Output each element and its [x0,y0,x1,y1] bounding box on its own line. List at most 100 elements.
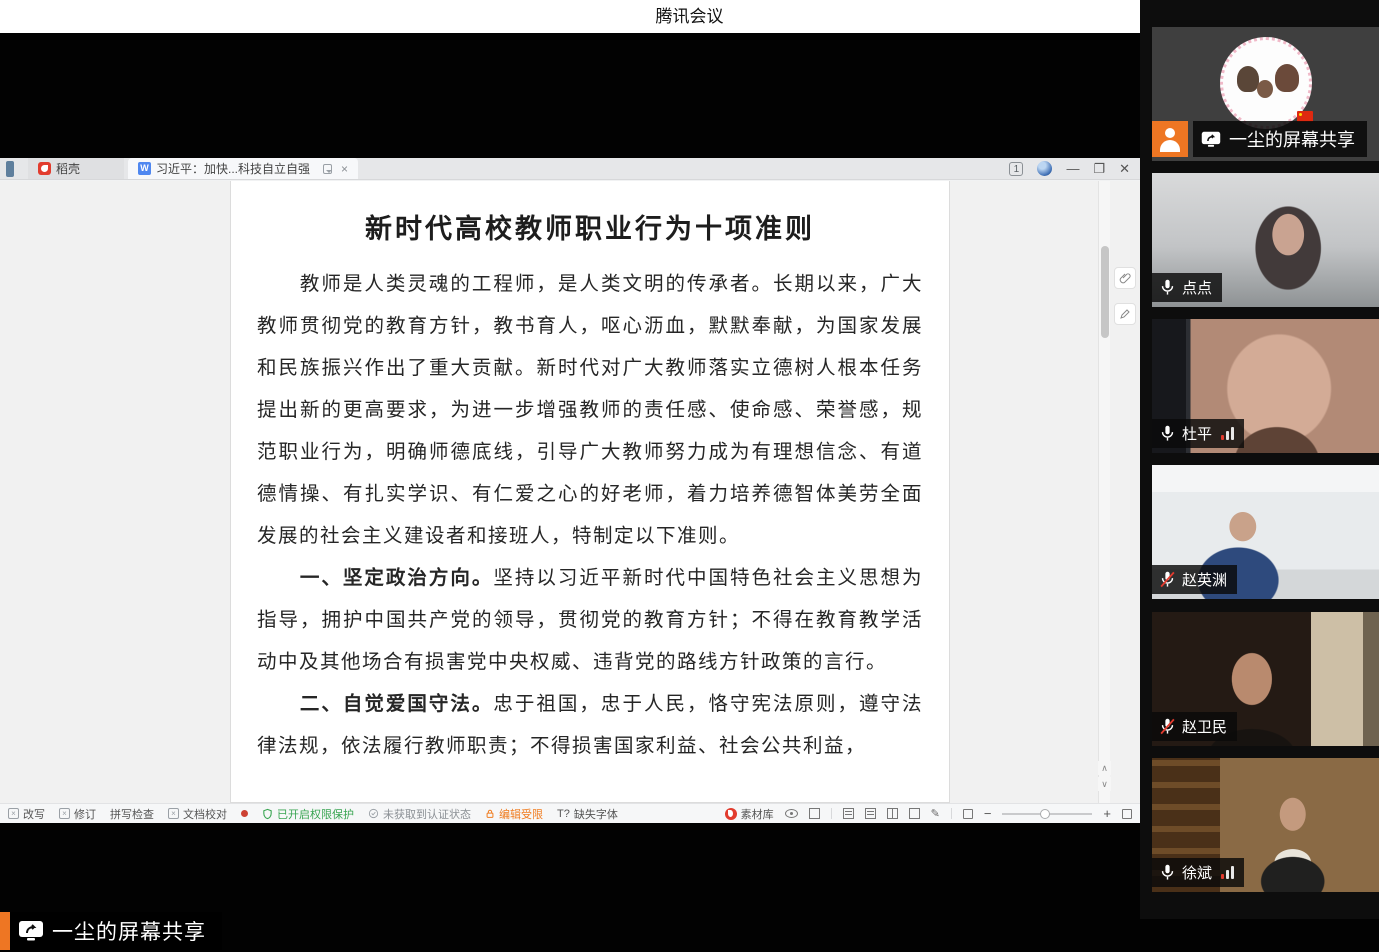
participant-tile-yichen[interactable]: 一尘的屏幕共享 [1152,27,1379,161]
participant-name: 杜平 [1182,423,1212,444]
toggle-icon: × [8,808,19,819]
tab-close-icon[interactable]: × [341,162,348,176]
wps-restore-button[interactable]: ❐ [1093,159,1105,179]
vertical-scrollbar[interactable] [1098,181,1110,803]
annotate-button[interactable]: ✎ [931,807,940,820]
shared-wps-window: 稻壳 W 习近平：加快...科技自立自强 × 1 — ❐ ✕ [0,158,1140,823]
separator [951,808,952,819]
paragraph-lead: 二、自觉爱国守法。 [300,694,494,715]
separator [831,808,832,819]
wps-tabbar: 稻壳 W 习近平：加快...科技自立自强 × 1 — ❐ ✕ [0,158,1140,180]
participant-label: 一尘的屏幕共享 [1152,121,1367,157]
read-layout-button[interactable] [887,808,898,819]
proofread-toggle[interactable]: ×文档校对 [168,806,227,822]
auth-label: 未获取到认证状态 [383,806,471,822]
document-paragraph: 二、自觉爱国守法。忠于祖国，忠于人民，恪守宪法原则，遵守法律法规，依法履行教师职… [257,684,923,768]
tab-document[interactable]: W 习近平：加快...科技自立自强 × [128,158,358,179]
spellcheck-label: 拼写检查 [110,806,154,822]
next-page-button[interactable]: ∨ [1098,777,1111,791]
eye-protect-button[interactable] [785,809,798,818]
tab-count-badge[interactable]: 1 [1009,162,1023,176]
spellcheck-button[interactable]: 拼写检查 [110,806,154,822]
wps-statusbar: × 改写 × 修订 拼写检查 ×文档校对 已开启权限保护 未获取到认证状态 编辑受限 [0,803,1140,823]
missing-font-status[interactable]: T? 缺失字体 [557,806,618,822]
wps-titlebar-right: 1 — ❐ ✕ [1009,158,1140,179]
participant-tile-zhaoweimin[interactable]: 赵卫民 [1152,612,1379,746]
wps-close-button[interactable]: ✕ [1119,159,1130,179]
tencent-meeting-window: 腾讯会议 稻壳 W 习近平：加快...科技自立自强 [0,0,1379,952]
globe-icon[interactable] [1037,161,1052,176]
web-view-icon [909,808,920,819]
edit-limited-label: 编辑受限 [499,806,543,822]
zoom-out-button[interactable]: − [984,806,992,821]
document-paragraph: 教师是人类灵魂的工程师，是人类文明的传承者。长期以来，广大教师贯彻党的教育方针，… [257,264,923,558]
fit-page-button[interactable] [963,809,973,819]
participant-name: 一尘的屏幕共享 [1229,126,1355,152]
page-view-button[interactable] [843,808,854,819]
permission-label: 已开启权限保护 [277,806,354,822]
outline-view-button[interactable] [865,808,876,819]
avatar-figure [1257,80,1273,98]
wps-minimize-button[interactable]: — [1066,159,1079,179]
screen-share-icon [18,920,44,942]
edit-limited-status[interactable]: 编辑受限 [485,806,543,822]
statusbar-right-group: 素材库 ✎ − + [725,806,1132,822]
speaking-indicator-icon [1152,121,1188,157]
comment-bubble-icon[interactable] [323,164,332,174]
zoom-in-button[interactable]: + [1103,806,1111,821]
toggle-icon: × [168,808,179,819]
edit-tool-button[interactable] [1114,303,1136,325]
avatar-figure [1237,66,1259,92]
banner-accent-bar [0,912,10,950]
scrollbar-thumb[interactable] [1101,246,1109,338]
volume-bars-icon [1221,427,1234,440]
share-chip: 一尘的屏幕共享 [1193,121,1367,157]
participant-tile-diandian[interactable]: 点点 [1152,173,1379,307]
avatar [1220,37,1312,129]
asset-library-icon [725,808,737,820]
document-title: 新时代高校教师职业行为十项准则 [257,207,923,246]
revise-toggle[interactable]: × 修订 [59,806,96,822]
previous-page-button[interactable]: ∧ [1098,761,1111,775]
participant-tile-zhaoyingyuan[interactable]: 赵英渊 [1152,465,1379,599]
lock-icon [485,808,495,820]
fullscreen-icon [1122,809,1132,819]
check-badge-icon [368,808,379,819]
book-view-icon [887,808,898,819]
participants-panel: 一尘的屏幕共享 点点 [1140,0,1379,919]
rewrite-label: 改写 [23,806,45,822]
participant-label: 赵卫民 [1152,712,1237,741]
asset-library-label: 素材库 [741,806,774,822]
zoom-slider-knob[interactable] [1040,809,1050,819]
attachment-tool-button[interactable] [1114,267,1136,289]
mic-muted-icon [1159,717,1176,736]
missing-font-icon: T? [557,808,570,820]
permission-status[interactable]: 已开启权限保护 [262,806,354,822]
page-setup-button[interactable] [809,808,820,819]
participant-tile-xubin[interactable]: 徐斌 [1152,758,1379,892]
tab-docer[interactable]: 稻壳 [28,158,124,179]
shield-icon [262,808,273,820]
fullscreen-button[interactable] [1122,809,1132,819]
asset-library-button[interactable]: 素材库 [725,806,774,822]
recording-dot-icon [241,810,248,817]
participant-name: 赵英渊 [1182,569,1227,590]
document-page[interactable]: 新时代高校教师职业行为十项准则 教师是人类灵魂的工程师，是人类文明的传承者。长期… [230,181,950,803]
fit-page-icon [963,809,973,819]
wps-home-icon[interactable] [6,161,14,177]
web-layout-button[interactable] [909,808,920,819]
missing-font-label: 缺失字体 [574,806,618,822]
participant-label: 杜平 [1152,419,1244,448]
toggle-icon: × [59,808,70,819]
wps-doc-icon: W [138,162,151,175]
mic-on-icon [1159,424,1176,443]
participant-tile-duping[interactable]: 杜平 [1152,319,1379,453]
volume-bars-icon [1221,866,1234,879]
rewrite-toggle[interactable]: × 改写 [8,806,45,822]
zoom-slider[interactable] [1002,813,1092,815]
page-view-icon [843,808,854,819]
revise-label: 修订 [74,806,96,822]
participant-label: 赵英渊 [1152,565,1237,594]
annotate-pen-icon: ✎ [931,807,940,820]
auth-status[interactable]: 未获取到认证状态 [368,806,471,822]
